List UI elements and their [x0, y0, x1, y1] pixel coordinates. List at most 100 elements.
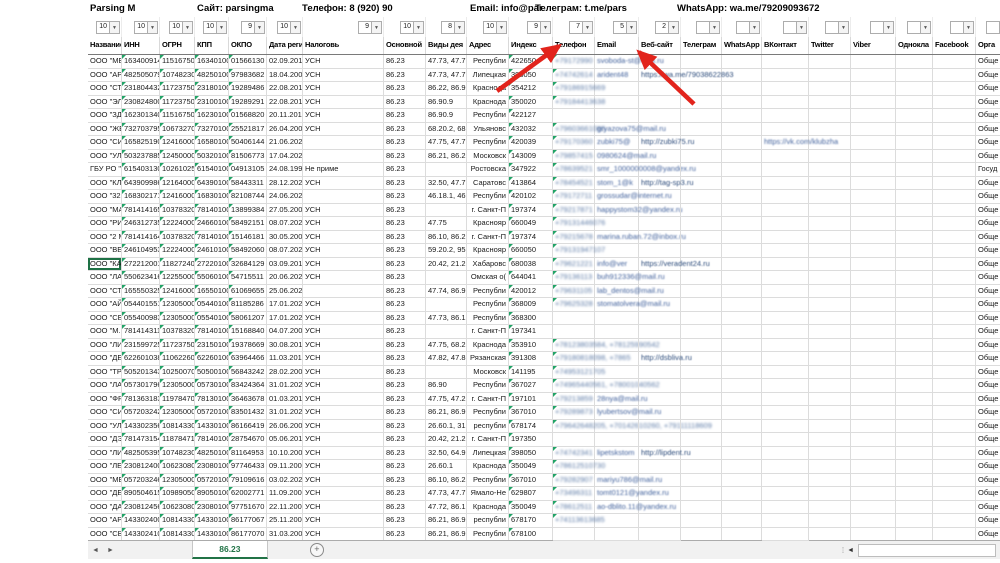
column-header-indeks[interactable]: Индекс: [509, 37, 553, 54]
cell-ogrn[interactable]: 117237506: [160, 96, 195, 110]
cell-org[interactable]: Обще: [976, 352, 1000, 366]
cell-kpp[interactable]: 615401001: [195, 163, 229, 177]
cell-inn[interactable]: 503237885: [122, 150, 160, 164]
cell-web-site[interactable]: [639, 487, 681, 501]
cell-odnoklassniki[interactable]: [896, 55, 933, 69]
cell-odnoklassniki[interactable]: [896, 109, 933, 123]
column-header-web-site[interactable]: Веб-сайт: [639, 37, 681, 54]
cell-telegram[interactable]: [681, 514, 722, 528]
cell-okpo[interactable]: 54715511: [229, 271, 267, 285]
cell-viber[interactable]: [851, 312, 896, 326]
cell-org[interactable]: Обще: [976, 379, 1000, 393]
cell-viber[interactable]: [851, 487, 896, 501]
cell-web-site[interactable]: [639, 150, 681, 164]
cell-nalog[interactable]: УСН: [303, 379, 384, 393]
cell-whatsapp[interactable]: [722, 325, 762, 339]
cell-data-reg[interactable]: 17.04.2024: [267, 150, 303, 164]
cell-inn[interactable]: 781363183: [122, 393, 160, 407]
cell-viber[interactable]: [851, 123, 896, 137]
cell-ogrn[interactable]: 121640001: [160, 177, 195, 191]
cell-vidy-deyat[interactable]: 86.10, 86.2: [426, 474, 467, 488]
cell-telefon[interactable]: +78612511: [553, 501, 595, 515]
cell-adres[interactable]: г. Санкт-П: [467, 231, 509, 245]
cell-kpp[interactable]: 163401001: [195, 55, 229, 69]
cell-org[interactable]: Обще: [976, 325, 1000, 339]
cell-kpp[interactable]: 168301001: [195, 190, 229, 204]
cell-web-site[interactable]: [639, 123, 681, 137]
cell-inn[interactable]: 482505395: [122, 447, 160, 461]
cell-whatsapp[interactable]: [722, 136, 762, 150]
cell-adres[interactable]: республи: [467, 420, 509, 434]
cell-twitter[interactable]: [809, 177, 851, 191]
cell-inn[interactable]: 165825190: [122, 136, 160, 150]
cell-web-site[interactable]: [639, 474, 681, 488]
cell-okpo[interactable]: 82108744: [229, 190, 267, 204]
cell-okpo[interactable]: 61069655: [229, 285, 267, 299]
cell-data-reg[interactable]: 28.02.2002: [267, 366, 303, 380]
cell-nalog[interactable]: УСН: [303, 258, 384, 272]
cell-ogrn[interactable]: 110622600: [160, 352, 195, 366]
cell-nalog[interactable]: УСН: [303, 69, 384, 83]
cell-facebook[interactable]: [933, 271, 976, 285]
cell-adres[interactable]: Республи: [467, 298, 509, 312]
cell-inn[interactable]: 055400983: [122, 312, 160, 326]
cell-vidy-deyat[interactable]: 20.42, 21.2: [426, 258, 467, 272]
cell-telegram[interactable]: [681, 109, 722, 123]
cell-indeks[interactable]: 678174: [509, 420, 553, 434]
cell-kpp[interactable]: 781401001: [195, 231, 229, 245]
cell-telegram[interactable]: [681, 190, 722, 204]
cell-ogrn[interactable]: 117237506: [160, 82, 195, 96]
cell-data-reg[interactable]: 11.09.2009: [267, 487, 303, 501]
cell-viber[interactable]: [851, 352, 896, 366]
cell-osnovnoy[interactable]: 86.23: [384, 298, 426, 312]
cell-facebook[interactable]: [933, 163, 976, 177]
cell-indeks[interactable]: 367010: [509, 406, 553, 420]
cell-odnoklassniki[interactable]: [896, 96, 933, 110]
cell-osnovnoy[interactable]: 86.23: [384, 96, 426, 110]
cell-nazvanie[interactable]: ООО "ВЕР: [88, 244, 122, 258]
cell-whatsapp[interactable]: [722, 298, 762, 312]
cell-org[interactable]: Обще: [976, 312, 1000, 326]
cell-nazvanie[interactable]: ООО "ЖЕМ: [88, 123, 122, 137]
cell-adres[interactable]: Республи: [467, 285, 509, 299]
column-header-nazvanie[interactable]: Название: [88, 37, 122, 54]
cell-adres[interactable]: Республи: [467, 528, 509, 542]
cell-adres[interactable]: Ямало-Не: [467, 487, 509, 501]
cell-indeks[interactable]: 398050: [509, 447, 553, 461]
cell-odnoklassniki[interactable]: [896, 420, 933, 434]
cell-vkontakte[interactable]: [762, 82, 809, 96]
cell-twitter[interactable]: [809, 298, 851, 312]
cell-odnoklassniki[interactable]: [896, 325, 933, 339]
cell-nalog[interactable]: УСН: [303, 109, 384, 123]
column-header-facebook[interactable]: Facebook: [933, 37, 976, 54]
cell-osnovnoy[interactable]: 86.23: [384, 447, 426, 461]
cell-data-reg[interactable]: 09.11.2006: [267, 460, 303, 474]
cell-viber[interactable]: [851, 474, 896, 488]
cell-nazvanie[interactable]: ООО "МЕ: [88, 55, 122, 69]
cell-inn[interactable]: 057301796: [122, 379, 160, 393]
cell-telefon[interactable]: +78123803584, +78125990542: [553, 339, 595, 353]
cell-vidy-deyat[interactable]: 47.75, 47.7: [426, 136, 467, 150]
cell-adres[interactable]: Республи: [467, 406, 509, 420]
cell-vkontakte[interactable]: [762, 420, 809, 434]
cell-web-site[interactable]: [639, 109, 681, 123]
cell-odnoklassniki[interactable]: [896, 177, 933, 191]
cell-kpp[interactable]: 732701001: [195, 123, 229, 137]
filter-dropdown-icon[interactable]: ▼: [371, 22, 381, 33]
cell-nalog[interactable]: УСН: [303, 487, 384, 501]
cell-osnovnoy[interactable]: 86.23: [384, 244, 426, 258]
cell-adres[interactable]: Ростовска: [467, 163, 509, 177]
cell-web-site[interactable]: [639, 244, 681, 258]
filter-chip-org[interactable]: ▼: [986, 21, 1000, 34]
cell-adres[interactable]: Краснода: [467, 96, 509, 110]
cell-nazvanie[interactable]: ООО "ЭЛИ: [88, 96, 122, 110]
cell-email[interactable]: [595, 339, 639, 353]
cell-twitter[interactable]: [809, 204, 851, 218]
cell-indeks[interactable]: 197341: [509, 325, 553, 339]
cell-org[interactable]: Обще: [976, 420, 1000, 434]
cell-whatsapp[interactable]: [722, 190, 762, 204]
cell-nazvanie[interactable]: ООО "КЛЬ: [88, 177, 122, 191]
cell-kpp[interactable]: 057201001: [195, 474, 229, 488]
cell-web-site[interactable]: [639, 190, 681, 204]
cell-adres[interactable]: Краснояр: [467, 217, 509, 231]
